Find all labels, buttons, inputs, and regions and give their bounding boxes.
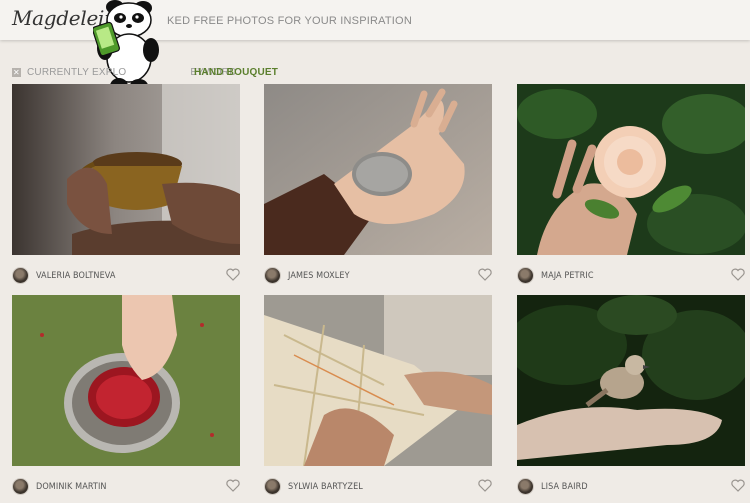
photo-card[interactable]: SYLWIA BARTYZEL xyxy=(264,295,492,501)
heart-icon[interactable] xyxy=(731,268,745,281)
close-icon[interactable]: ✕ xyxy=(12,68,21,77)
heart-icon[interactable] xyxy=(226,268,240,281)
heart-icon[interactable] xyxy=(478,268,492,281)
photo-image[interactable] xyxy=(517,84,750,255)
avatar[interactable] xyxy=(264,478,281,495)
photo-meta: MAJA PETRIC xyxy=(517,260,745,290)
photo-image[interactable] xyxy=(12,84,240,255)
author-name[interactable]: LISA BAIRD xyxy=(541,482,588,492)
avatar[interactable] xyxy=(12,478,29,495)
author-name[interactable]: JAMES MOXLEY xyxy=(288,271,350,281)
photo-image[interactable] xyxy=(264,295,492,467)
photo-meta: DOMINIK MARTIN xyxy=(12,471,240,501)
avatar[interactable] xyxy=(12,267,29,284)
photo-meta: LISA BAIRD xyxy=(517,471,745,501)
heart-icon[interactable] xyxy=(226,479,240,492)
panda-sticker-icon xyxy=(93,0,159,94)
site-tagline: KED FREE PHOTOS FOR YOUR INSPIRATION xyxy=(167,15,412,27)
photo-card[interactable]: LISA BAIRD xyxy=(507,295,750,501)
explore-keyword[interactable]: HAND BOUQUET xyxy=(194,67,278,78)
author-name[interactable]: DOMINIK MARTIN xyxy=(36,482,107,492)
explore-prefix: CURRENTLY EXPLO xyxy=(27,67,127,78)
photo-card[interactable]: VALERIA BOLTNEVA xyxy=(12,84,240,290)
avatar[interactable] xyxy=(517,478,534,495)
photo-card[interactable]: MAJA PETRIC xyxy=(517,84,750,290)
photo-card[interactable]: JAMES MOXLEY xyxy=(264,84,492,290)
photo-card[interactable]: DOMINIK MARTIN xyxy=(12,295,240,501)
explore-bar: ✕ CURRENTLY EXPLO EYWORD HAND BOUQUET xyxy=(12,67,278,78)
heart-icon[interactable] xyxy=(731,479,745,492)
author-name[interactable]: SYLWIA BARTYZEL xyxy=(288,482,363,492)
photo-meta: JAMES MOXLEY xyxy=(264,260,492,290)
photo-image[interactable] xyxy=(264,84,492,255)
photo-image[interactable] xyxy=(507,295,750,466)
photo-meta: SYLWIA BARTYZEL xyxy=(264,471,492,501)
heart-icon[interactable] xyxy=(478,479,492,492)
author-name[interactable]: VALERIA BOLTNEVA xyxy=(36,271,116,281)
photo-image[interactable] xyxy=(12,295,240,466)
photo-meta: VALERIA BOLTNEVA xyxy=(12,260,240,290)
author-name[interactable]: MAJA PETRIC xyxy=(541,271,594,281)
avatar[interactable] xyxy=(264,267,281,284)
avatar[interactable] xyxy=(517,267,534,284)
